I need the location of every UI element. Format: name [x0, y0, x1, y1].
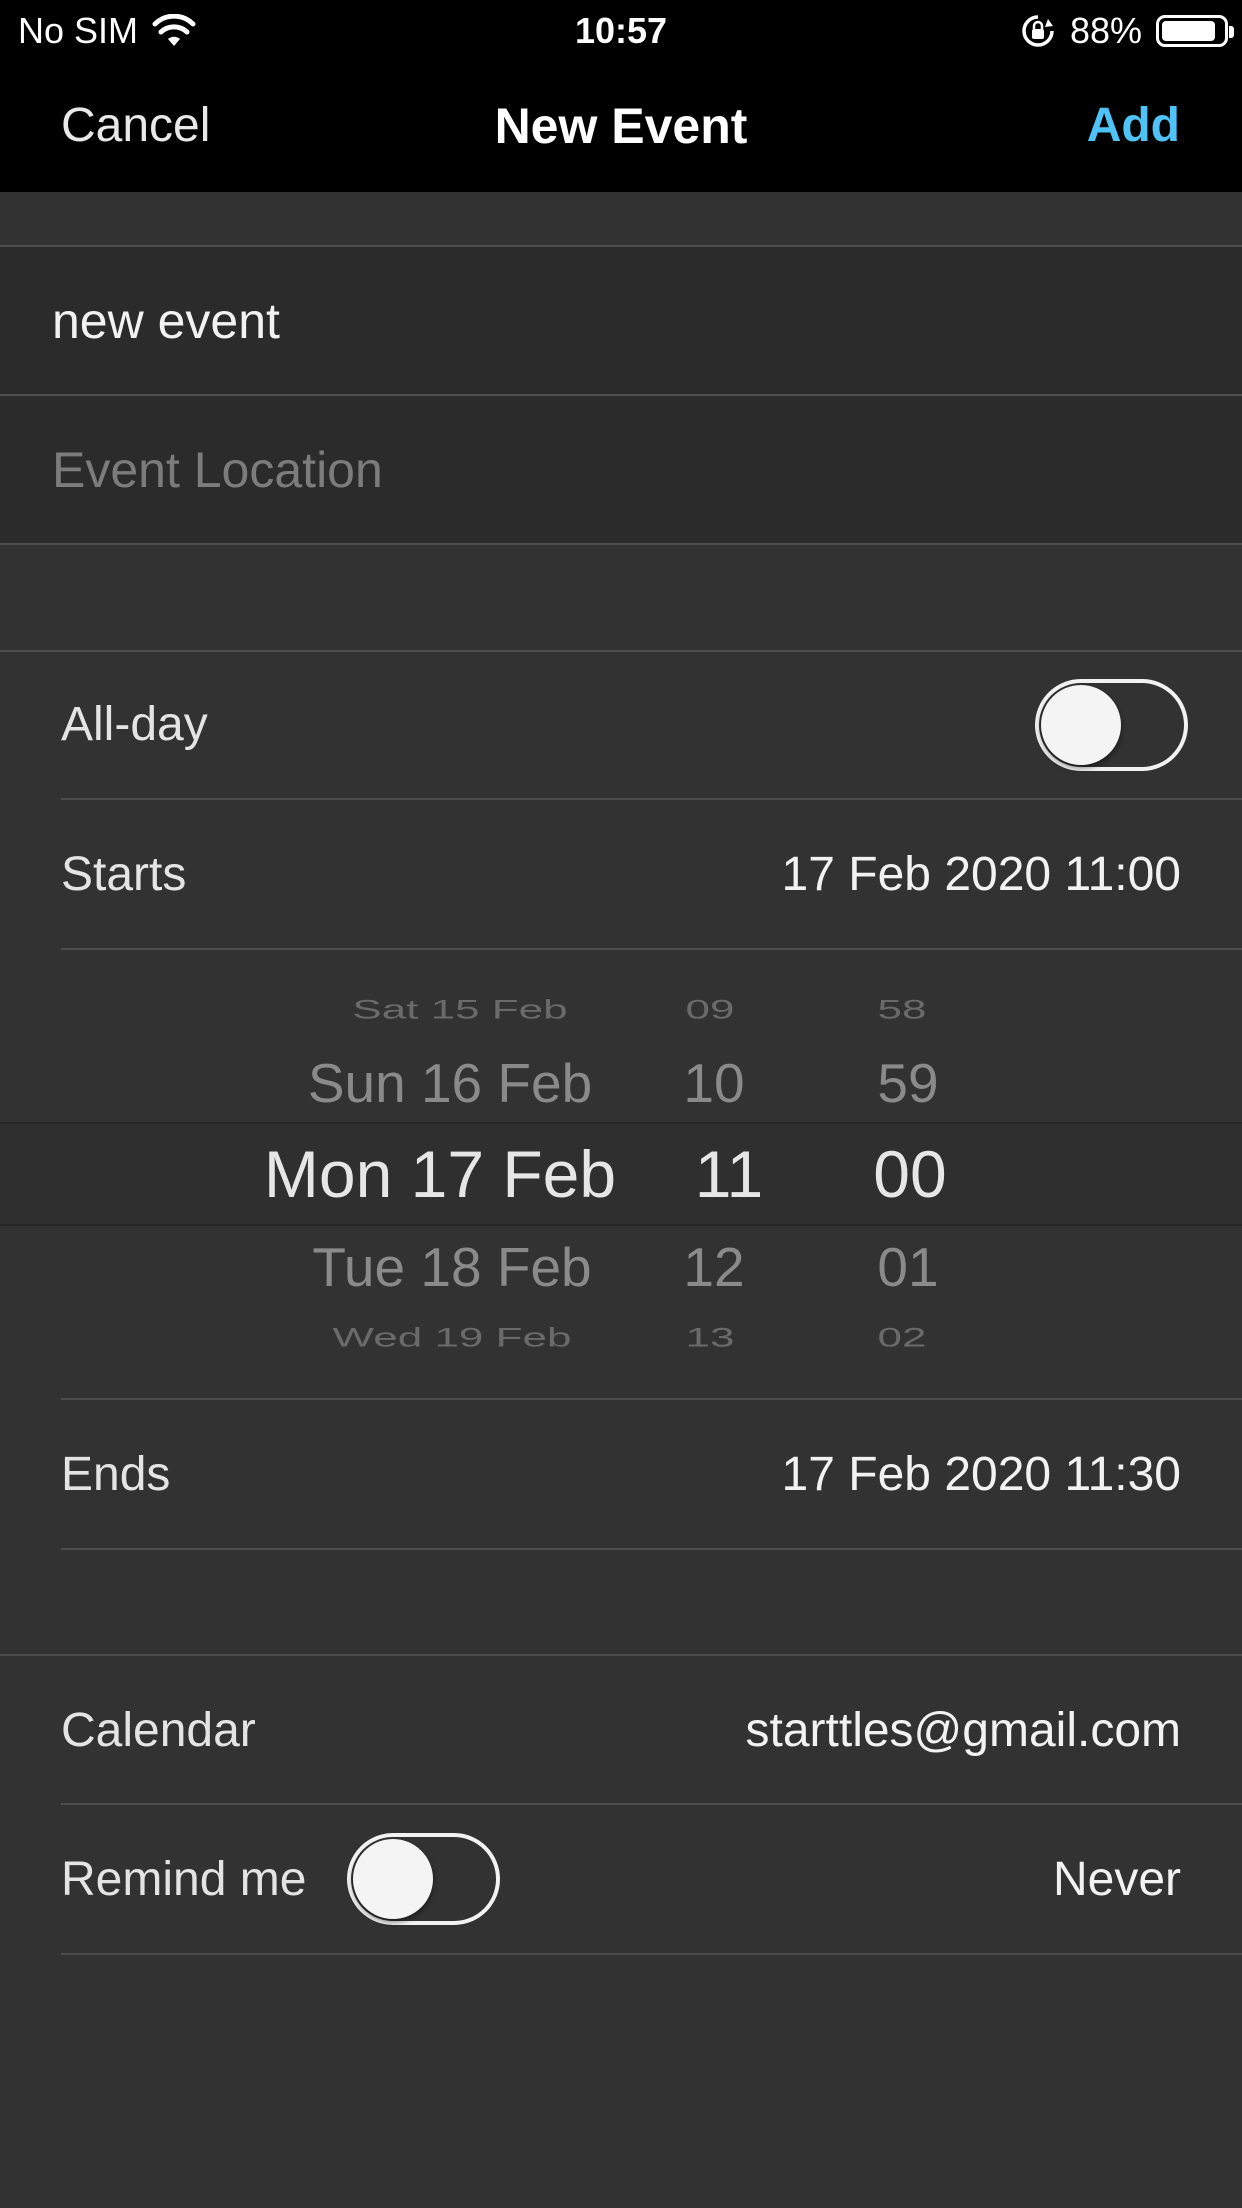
picker-day-item[interactable]: Sat 15 Feb [270, 991, 650, 1028]
remind-toggle[interactable] [347, 1833, 500, 1925]
battery-percent: 88% [1069, 10, 1142, 51]
location-cell [0, 396, 1242, 543]
remind-label: Remind me [61, 1853, 307, 1906]
ends-value[interactable]: 17 Feb 2020 11:30 [782, 1400, 1181, 1550]
picker-minute-item[interactable]: 02 [852, 1319, 952, 1356]
picker-hour-selected[interactable]: 11 [674, 1134, 784, 1214]
battery-fill [1162, 21, 1215, 41]
picker-minute-selected[interactable]: 00 [854, 1134, 966, 1214]
orientation-lock-icon [1022, 15, 1054, 47]
toggle-knob [1041, 685, 1121, 765]
picker-hour-item[interactable]: 13 [660, 1319, 760, 1356]
starts-value[interactable]: 17 Feb 2020 11:00 [782, 800, 1181, 950]
divider [61, 1953, 1242, 1955]
picker-day-item[interactable]: Tue 18 Feb [262, 1232, 642, 1302]
starts-label: Starts [61, 848, 187, 901]
picker-minute-item[interactable]: 58 [852, 991, 952, 1028]
picker-day-selected[interactable]: Mon 17 Feb [250, 1134, 630, 1214]
allday-label: All-day [61, 698, 208, 751]
picker-hour-item[interactable]: 12 [664, 1232, 764, 1302]
cancel-button[interactable]: Cancel [61, 96, 210, 156]
ends-label: Ends [61, 1448, 171, 1501]
remind-value[interactable]: Never [1053, 1805, 1181, 1955]
picker-day-item[interactable]: Wed 19 Feb [262, 1319, 642, 1356]
status-right-group: 88% [1020, 8, 1234, 54]
event-location-input[interactable] [52, 396, 1192, 543]
event-title-input[interactable] [52, 247, 1192, 394]
calendar-value[interactable]: starttles@gmail.com [746, 1656, 1182, 1806]
battery-icon [1156, 15, 1234, 47]
divider [61, 948, 1242, 950]
picker-hour-item[interactable]: 09 [660, 991, 760, 1028]
picker-minute-item[interactable]: 59 [858, 1048, 958, 1118]
allday-toggle[interactable] [1035, 679, 1188, 771]
picker-minute-item[interactable]: 01 [858, 1232, 958, 1302]
picker-day-item[interactable]: Sun 16 Feb [260, 1048, 640, 1118]
toggle-knob [353, 1839, 433, 1919]
divider [61, 1548, 1242, 1550]
title-cell [0, 247, 1242, 394]
picker-hour-item[interactable]: 10 [664, 1048, 764, 1118]
add-button[interactable]: Add [1087, 96, 1180, 156]
divider [0, 543, 1242, 545]
calendar-label: Calendar [61, 1704, 256, 1757]
